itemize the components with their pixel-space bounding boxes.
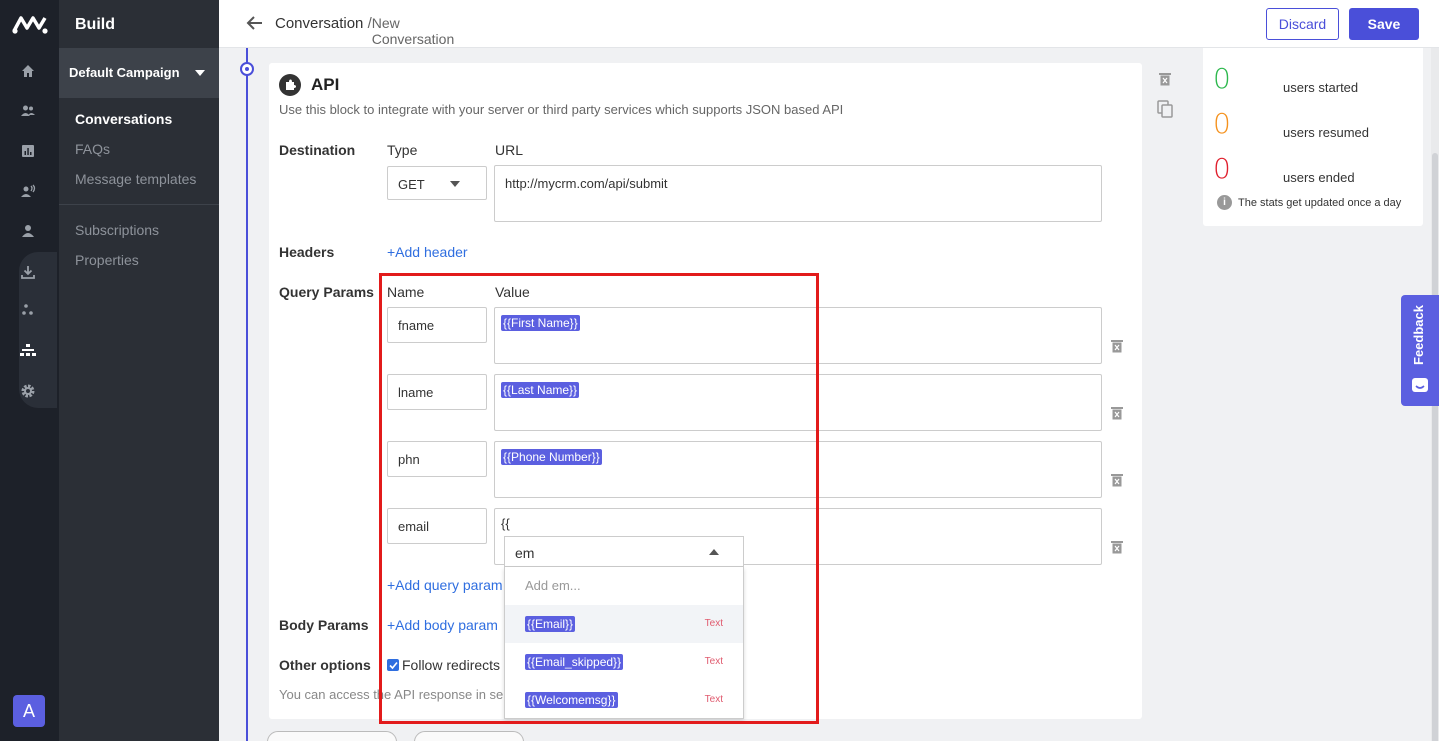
trash-icon[interactable] [1111,540,1123,554]
section-title: Build [75,16,115,33]
top-bar: Conversation / New Conversation Discard … [219,0,1439,48]
save-button[interactable]: Save [1349,8,1419,40]
bottom-chip[interactable] [267,731,397,741]
method-value: GET [398,177,425,192]
block-title: API [311,75,340,94]
timeline-node[interactable] [240,62,254,76]
trash-icon[interactable] [1111,406,1123,420]
feedback-tab[interactable]: Feedback [1401,295,1439,406]
flow-timeline [246,48,248,741]
trash-icon[interactable] [1111,473,1123,487]
sidebar-item-message-templates[interactable]: Message templates [75,171,196,187]
stats-note-text: The stats get updated once a day [1238,196,1402,209]
analytics-icon[interactable] [18,141,38,161]
url-label: URL [495,142,524,158]
trash-icon[interactable] [1111,339,1123,353]
users-ended-count: 0 [1213,152,1231,185]
users-started-count: 0 [1213,62,1231,95]
stats-note: i The stats get updated once a day [1217,195,1401,210]
icon-rail: A [0,0,59,741]
body-params-label: Body Params [279,617,369,633]
users-resumed-count: 0 [1213,107,1231,140]
delete-block-icon[interactable] [1159,72,1171,86]
breadcrumb-root[interactable]: Conversation [275,15,363,32]
method-select[interactable]: GET [387,166,487,200]
headers-label: Headers [279,244,335,260]
destination-label: Destination [279,142,356,158]
flow-icon[interactable] [18,300,38,320]
users-resumed-label: users resumed [1283,125,1369,140]
other-options-label: Other options [279,657,371,673]
home-icon[interactable] [18,61,38,81]
copy-block-icon[interactable] [1157,100,1173,118]
chevron-down-icon [195,70,205,76]
build-sidebar: Build Default Campaign Conversations FAQ… [59,0,219,741]
highlight-box [379,273,819,724]
scrollbar-thumb[interactable] [1432,153,1438,741]
bottom-chip[interactable] [414,731,524,741]
info-icon: i [1217,195,1232,210]
users-started-label: users started [1283,80,1359,95]
block-description: Use this block to integrate with your se… [279,102,844,117]
settings-gear-icon[interactable] [18,381,38,401]
profile-icon[interactable] [18,221,38,241]
app-logo-icon[interactable] [12,14,48,34]
sidebar-item-subscriptions[interactable]: Subscriptions [75,222,159,238]
add-header-link[interactable]: +Add header [387,244,468,260]
stats-card: 0 users started 0 users resumed 0 users … [1203,48,1423,226]
puzzle-icon [279,74,301,96]
campaign-selector[interactable]: Default Campaign [59,48,219,98]
hierarchy-icon[interactable] [18,340,38,360]
breadcrumb: Conversation / New Conversation [275,15,454,47]
query-params-label: Query Params [279,284,374,300]
chevron-down-icon [450,181,460,187]
user-avatar[interactable]: A [13,695,45,727]
users-ended-label: users ended [1283,170,1355,185]
sidebar-divider [59,204,219,205]
back-arrow-icon[interactable] [245,13,265,33]
type-label: Type [387,142,418,158]
smile-icon [1412,378,1428,392]
feedback-label: Feedback [1411,305,1426,365]
broadcast-icon[interactable] [18,181,38,201]
campaign-name: Default Campaign [69,65,180,80]
users-icon[interactable] [18,101,38,121]
breadcrumb-current: New Conversation [371,15,455,47]
sidebar-item-properties[interactable]: Properties [75,252,139,268]
import-icon[interactable] [18,262,38,282]
sidebar-item-conversations[interactable]: Conversations [75,111,172,127]
sidebar-item-faqs[interactable]: FAQs [75,141,110,157]
discard-button[interactable]: Discard [1266,8,1339,40]
url-input[interactable]: http://mycrm.com/api/submit [494,165,1102,222]
